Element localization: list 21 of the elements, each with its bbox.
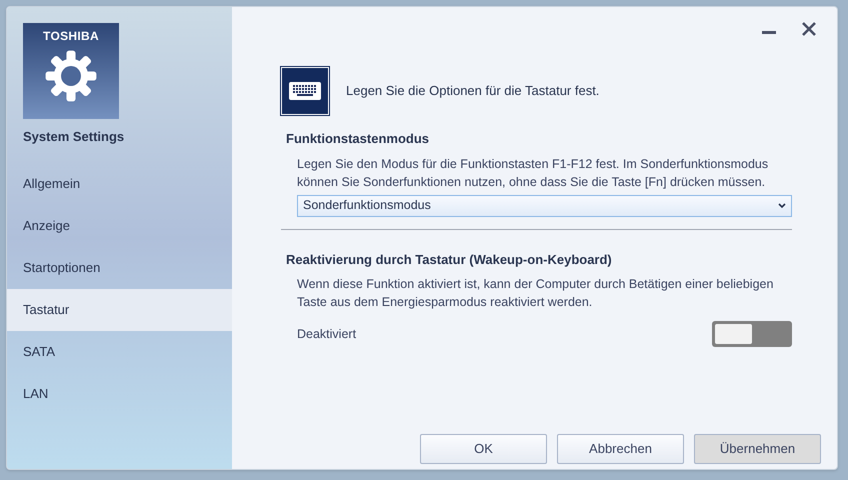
brand-name: TOSHIBA <box>43 29 99 43</box>
close-icon[interactable] <box>801 21 817 37</box>
page-intro: Legen Sie die Optionen für die Tastatur fest. <box>346 82 600 100</box>
sidebar-item[interactable]: Allgemein <box>7 162 232 204</box>
section-heading: Funktionstastenmodus <box>286 130 430 148</box>
dialog-button[interactable]: Abbrechen <box>557 434 684 464</box>
mode-dropdown[interactable]: Sonderfunktionsmodus <box>297 194 792 216</box>
toggle-switch[interactable] <box>712 321 792 347</box>
section-heading: Reaktivierung durch Tastatur (Wakeup-on-Keyboard) <box>286 250 613 269</box>
chevron-down-icon <box>778 202 786 208</box>
sidebar-item[interactable]: Tastatur <box>7 288 232 330</box>
section-description: Legen Sie den Modus für die Funktionstasten F1-F12 fest. Im Sonderfunktionsmodus können Sie Sonderfunktionen nutzen, ohne dass Sie die Taste [Fn] drücken müssen. <box>297 156 770 190</box>
app-title: System Settings <box>23 128 126 146</box>
sidebar-item[interactable]: SATA <box>7 330 232 372</box>
dialog-button[interactable]: OK <box>420 434 547 464</box>
sidebar-item[interactable]: Startoptionen <box>7 246 232 288</box>
sidebar-item[interactable]: Anzeige <box>7 204 232 246</box>
sidebar-item[interactable]: LAN <box>7 372 232 414</box>
toggle-state-label: Deaktiviert <box>297 326 356 343</box>
keyboard-icon <box>288 80 322 102</box>
section-description: Wenn diese Funktion aktiviert ist, kann der Computer durch Betätigen einer beliebigen Taste aus dem Energiesparmodus reaktiviert werden. <box>297 276 774 311</box>
